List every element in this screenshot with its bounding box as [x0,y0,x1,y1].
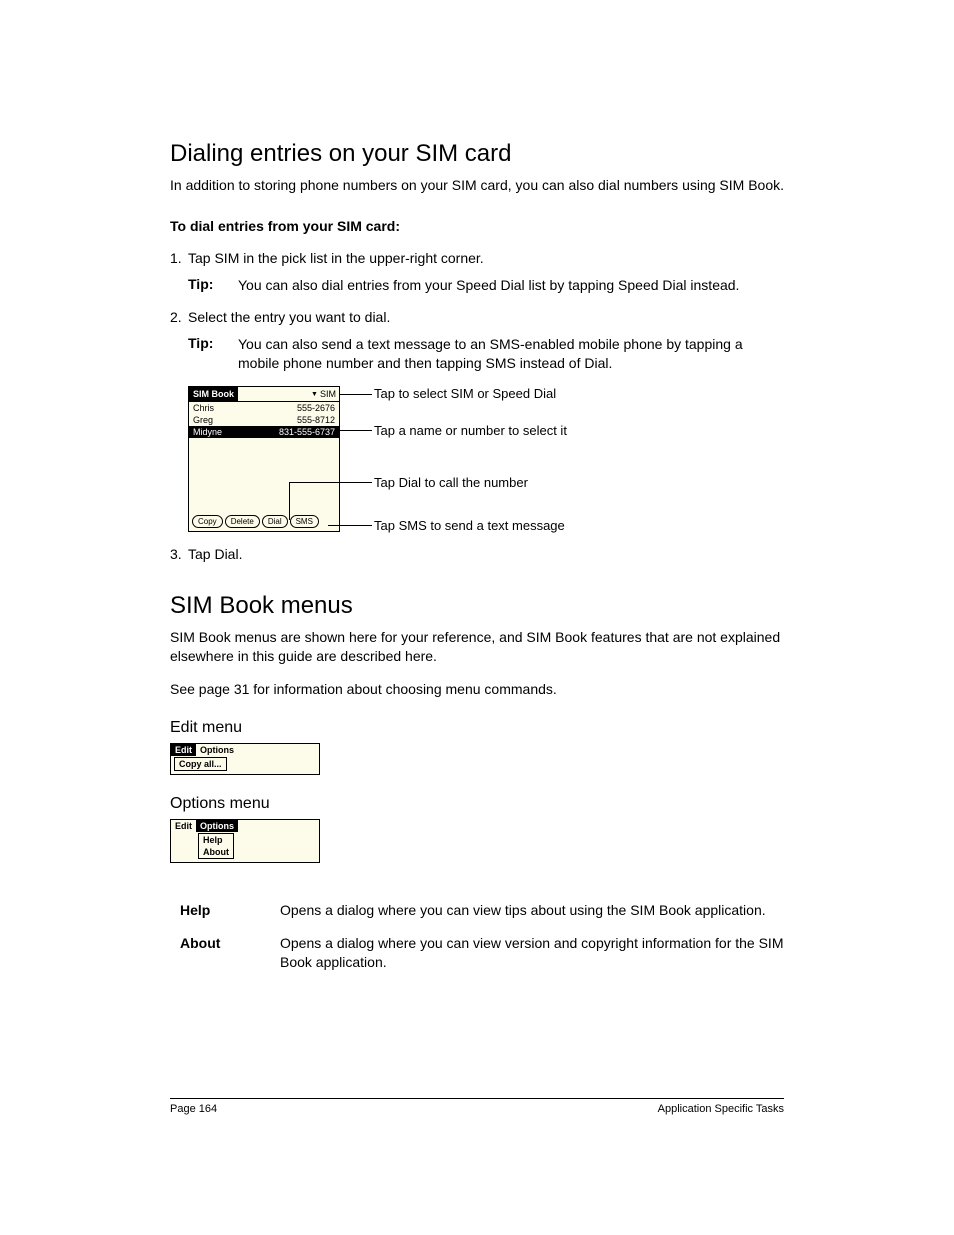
contact-number: 555-2676 [297,403,335,413]
step-2: 2. Select the entry you want to dial. Ti… [170,309,784,533]
copy-button[interactable]: Copy [192,515,223,528]
contact-name: Chris [193,403,214,413]
definition-about: About Opens a dialog where you can view … [180,934,784,972]
step-number: 2. [170,309,188,325]
dial-button[interactable]: Dial [262,515,288,528]
procedure-title: To dial entries from your SIM card: [170,217,784,236]
callouts-area: Tap to select SIM or Speed Dial Tap a na… [346,386,784,532]
menu-edit[interactable]: Edit [171,744,196,756]
definition-text: Opens a dialog where you can view versio… [280,934,784,972]
contact-name: Midyne [193,427,222,437]
callout-sms: Tap SMS to send a text message [374,518,565,533]
heading-dialing: Dialing entries on your SIM card [170,140,784,168]
menu-item-copy-all[interactable]: Copy all... [175,758,226,770]
menu-item-about[interactable]: About [199,846,233,858]
tip-label: Tip: [188,335,238,373]
contact-name: Greg [193,415,213,425]
intro-paragraph: In addition to storing phone numbers on … [170,176,784,195]
sms-button[interactable]: SMS [290,515,319,528]
tip-text: You can also dial entries from your Spee… [238,276,784,295]
callout-dial: Tap Dial to call the number [374,475,528,490]
step-1: 1. Tap SIM in the pick list in the upper… [170,250,784,295]
definition-text: Opens a dialog where you can view tips a… [280,901,784,920]
section2-para1: SIM Book menus are shown here for your r… [170,628,784,666]
edit-menu-screenshot: Edit Options Copy all... [170,743,320,775]
page-footer: Page 164 Application Specific Tasks [170,1098,784,1115]
list-row[interactable]: Greg 555-8712 [189,414,339,426]
menu-edit[interactable]: Edit [171,820,196,832]
heading-options-menu: Options menu [170,795,784,813]
delete-button[interactable]: Delete [225,515,260,528]
page-number: Page 164 [170,1103,217,1115]
definition-term: Help [180,901,280,920]
menu-options[interactable]: Options [196,744,238,756]
step-3: 3. Tap Dial. [170,546,784,562]
heading-sim-book-menus: SIM Book menus [170,592,784,620]
step-text: Tap Dial. [188,546,784,562]
list-row[interactable]: Chris 555-2676 [189,402,339,414]
simbook-title: SIM Book [189,387,238,401]
contact-number: 831-555-6737 [279,427,335,437]
step-text: Tap SIM in the pick list in the upper-ri… [188,250,784,266]
section2-para2: See page 31 for information about choosi… [170,680,784,699]
dropdown-triangle-icon: ▼ [311,391,318,398]
step-number: 1. [170,250,188,266]
options-menu-screenshot: Edit Options Help About [170,819,320,863]
simbook-screenshot: SIM Book ▼ SIM Chris 555-2676 Greg [188,386,340,532]
list-row-selected[interactable]: Midyne 831-555-6737 [189,426,339,438]
simbook-picklist-label: SIM [320,389,336,399]
menu-item-help[interactable]: Help [199,834,233,846]
chapter-title: Application Specific Tasks [658,1103,784,1115]
simbook-list[interactable]: Chris 555-2676 Greg 555-8712 Midyne 831-… [189,402,339,512]
callout-picklist: Tap to select SIM or Speed Dial [374,386,556,401]
step-text: Select the entry you want to dial. [188,309,784,325]
menu-options[interactable]: Options [196,820,238,832]
tip-text: You can also send a text message to an S… [238,335,784,373]
definition-help: Help Opens a dialog where you can view t… [180,901,784,920]
step-number: 3. [170,546,188,562]
definition-term: About [180,934,280,972]
callout-select-entry: Tap a name or number to select it [374,423,567,438]
contact-number: 555-8712 [297,415,335,425]
heading-edit-menu: Edit menu [170,719,784,737]
tip-label: Tip: [188,276,238,295]
simbook-picklist[interactable]: ▼ SIM [308,389,339,399]
